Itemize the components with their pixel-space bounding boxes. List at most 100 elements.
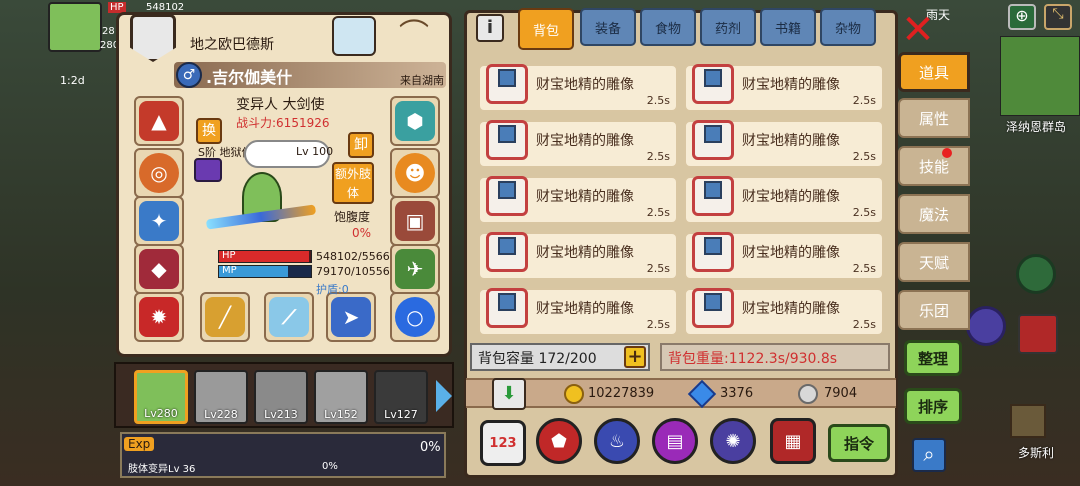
statue-icon xyxy=(692,232,734,272)
pet-level: Lv 100 xyxy=(296,145,334,158)
team-next-arrow-icon[interactable] xyxy=(436,380,452,412)
side-tab-attributes[interactable]: 属性 xyxy=(898,98,970,138)
minimap[interactable] xyxy=(1000,36,1080,116)
tab-misc[interactable]: 杂物 xyxy=(820,8,876,46)
character-name: .吉尔伽美什 xyxy=(206,68,293,87)
item-card[interactable]: 财宝地精的雕像 2.5s xyxy=(478,288,678,336)
player-avatar[interactable] xyxy=(48,2,102,52)
tree-icon[interactable] xyxy=(1016,254,1056,294)
item-card[interactable]: 财宝地精的雕像 2.5s xyxy=(478,120,678,168)
team-member-3[interactable]: Lv213 xyxy=(254,370,308,424)
red-guard-icon[interactable]: ⬟ xyxy=(536,418,582,464)
tab-food[interactable]: 食物 xyxy=(640,8,696,46)
pumpkin-slot[interactable]: ☻ xyxy=(390,148,440,198)
hp-value: 548102/5566 xyxy=(316,250,390,263)
item-card[interactable]: 财宝地精的雕像 2.5s xyxy=(478,176,678,224)
side-tab-band[interactable]: 乐团 xyxy=(898,290,970,330)
exit-fullscreen-icon[interactable]: ⤡ xyxy=(1044,4,1072,30)
team-member-5[interactable]: Lv127 xyxy=(374,370,428,424)
notification-dot xyxy=(942,148,952,158)
item-card[interactable]: 财宝地精的雕像 2.5s xyxy=(684,288,884,336)
item-name: 财宝地精的雕像 xyxy=(536,245,634,261)
altar-icon[interactable] xyxy=(332,16,376,56)
swap-button[interactable]: 换 xyxy=(196,118,222,144)
item-card[interactable]: 财宝地精的雕像 2.5s xyxy=(478,64,678,112)
item-time: 2.5s xyxy=(852,94,876,107)
sort-button[interactable]: 排序 xyxy=(904,388,962,424)
silver-coin-icon xyxy=(798,384,818,404)
gold-coin-icon xyxy=(564,384,584,404)
team-member-2[interactable]: Lv228 xyxy=(194,370,248,424)
close-icon[interactable]: ✕ xyxy=(898,10,938,50)
item-card[interactable]: 财宝地精的雕像 2.5s xyxy=(684,232,884,280)
tab-potion[interactable]: 药剂 xyxy=(700,8,756,46)
side-tab-talent[interactable]: 天赋 xyxy=(898,242,970,282)
blue-wing-icon: ✦ xyxy=(139,201,179,241)
item-name: 财宝地精的雕像 xyxy=(742,245,840,261)
item-time: 2.5s xyxy=(646,150,670,163)
globe-icon[interactable]: ⊕ xyxy=(1008,4,1036,30)
ruby-necklace-icon: ◎ xyxy=(139,153,179,193)
item-time: 2.5s xyxy=(852,262,876,275)
number-sort-button[interactable]: 123 xyxy=(480,420,526,466)
dice-cube-icon[interactable] xyxy=(1018,314,1058,354)
rune-circle-icon[interactable] xyxy=(966,306,1006,346)
bag-capacity: 背包容量 172/200 xyxy=(470,343,650,371)
statue-icon xyxy=(692,288,734,328)
side-tab-skills[interactable]: 技能 xyxy=(898,146,970,186)
staff-slot[interactable]: ╱ xyxy=(200,292,250,342)
item-card[interactable]: 财宝地精的雕像 2.5s xyxy=(478,232,678,280)
statue-icon xyxy=(692,64,734,104)
weapon-slot[interactable]: ✦ xyxy=(134,196,184,246)
backpack-slot[interactable]: ▣ xyxy=(390,196,440,246)
boots-slot[interactable]: ✈ xyxy=(390,244,440,294)
fish-slot[interactable]: ➤ xyxy=(326,292,376,342)
item-card[interactable]: 财宝地精的雕像 2.5s xyxy=(684,64,884,112)
gold-amount: 10227839 xyxy=(588,386,655,401)
hanger-icon[interactable]: ⌒ xyxy=(386,18,442,54)
side-tab-magic[interactable]: 魔法 xyxy=(898,194,970,234)
satiety-value: 0% xyxy=(352,226,372,240)
map-island-label: 泽纳恩群岛 xyxy=(1006,120,1067,134)
ring-slot[interactable]: ○ xyxy=(390,292,440,342)
statue-icon xyxy=(486,64,528,104)
team-member-4[interactable]: Lv152 xyxy=(314,370,368,424)
rune-icon[interactable]: ✺ xyxy=(710,418,756,464)
tab-equipment[interactable]: 装备 xyxy=(580,8,636,46)
tab-backpack[interactable]: 背包 xyxy=(518,8,574,50)
search-icon[interactable]: ⌕ xyxy=(912,438,946,472)
tab-books[interactable]: 书籍 xyxy=(760,8,816,46)
extra-limb-button[interactable]: 额外肢体 xyxy=(332,162,374,204)
building-icon[interactable] xyxy=(1010,404,1046,438)
info-icon[interactable]: i xyxy=(476,14,504,42)
blue-flame-icon[interactable]: ♨ xyxy=(594,418,640,464)
side-tab-items[interactable]: 道具 xyxy=(898,52,970,92)
deposit-icon[interactable]: ⬇ xyxy=(492,378,526,410)
item-list: 财宝地精的雕像 2.5s 财宝地精的雕像 2.5s 财宝地精的雕像 2.5s 财宝地精… xyxy=(472,56,892,336)
red-cube-icon[interactable]: ▦ xyxy=(770,418,816,464)
helmet-slot[interactable]: ▲ xyxy=(134,96,184,146)
red-crest-slot[interactable]: ✹ xyxy=(134,292,184,342)
silver-amount: 7904 xyxy=(824,386,858,401)
item-time: 2.5s xyxy=(646,318,670,331)
command-button[interactable]: 指令 xyxy=(828,424,890,462)
gem-slot[interactable]: ⬢ xyxy=(390,96,440,146)
limb-mutation-label: 肢体变异Lv 36 xyxy=(128,464,196,475)
item-card[interactable]: 财宝地精的雕像 2.5s xyxy=(684,176,884,224)
purple-chest-icon[interactable]: ▤ xyxy=(652,418,698,464)
command-label: 指令 xyxy=(843,434,874,453)
organize-button[interactable]: 整理 xyxy=(904,340,962,376)
necklace-slot[interactable]: ◎ xyxy=(134,148,184,198)
armor-slot[interactable]: ◆ xyxy=(134,244,184,294)
expand-bag-button[interactable]: + xyxy=(624,346,646,368)
hud-time-label: 1:2d xyxy=(60,74,85,87)
statue-icon xyxy=(692,176,734,216)
team-member-1[interactable]: Lv280 xyxy=(134,370,188,424)
blue-ring-icon: ○ xyxy=(395,297,435,337)
bag-capacity-text: 背包容量 172/200 xyxy=(478,351,597,367)
unequip-button[interactable]: 卸 xyxy=(348,132,374,158)
item-card[interactable]: 财宝地精的雕像 2.5s xyxy=(684,120,884,168)
item-time: 2.5s xyxy=(646,94,670,107)
statue-icon xyxy=(692,120,734,160)
blade-slot[interactable]: ⟋ xyxy=(264,292,314,342)
